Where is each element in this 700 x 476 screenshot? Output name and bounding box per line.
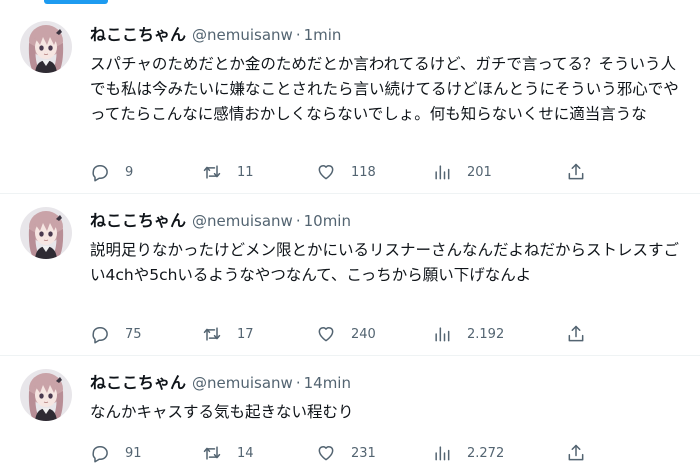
share-icon xyxy=(568,325,584,342)
retweet-button[interactable]: 14 xyxy=(202,440,254,466)
avatar[interactable] xyxy=(20,21,72,73)
reply-count: 9 xyxy=(125,164,134,180)
tweet[interactable]: ねここちゃん @nemuisanw · 14min なんかキャスする気も起きない程むり… xyxy=(0,357,700,476)
tweet[interactable]: ねここちゃん @nemuisanw · 1min スパチャのためだとか金のためだとか言… xyxy=(0,9,700,194)
timestamp[interactable]: 1min xyxy=(304,26,342,44)
views-button[interactable]: 201 xyxy=(432,159,492,185)
tweet-header: ねここちゃん @nemuisanw · 1min xyxy=(90,24,341,46)
views-button[interactable]: 2.192 xyxy=(432,321,504,347)
reply-button[interactable]: 9 xyxy=(90,159,133,185)
views-count: 2.272 xyxy=(467,445,505,461)
tweet-actions: 75 17 240 2.192 xyxy=(90,321,610,347)
tweet-text: スパチャのためだとか金のためだとか言われてるけど、ガチで言ってる？そういう人でも… xyxy=(90,55,679,123)
retweet-icon xyxy=(203,446,221,460)
separator-dot: · xyxy=(295,374,301,392)
retweet-button[interactable]: 11 xyxy=(202,159,254,185)
tweet-actions: 91 14 231 2.272 xyxy=(90,440,610,466)
display-name[interactable]: ねここちゃん xyxy=(90,211,186,230)
retweet-button[interactable]: 17 xyxy=(202,321,254,347)
tweet-text: 説明足りなかったけどメン限とかにいるリスナーさんなんだよねだからストレスすごい4… xyxy=(90,241,680,284)
share-icon xyxy=(568,163,584,180)
avatar[interactable] xyxy=(20,207,72,259)
retweet-icon xyxy=(203,327,221,341)
like-button[interactable]: 118 xyxy=(316,159,376,185)
share-button[interactable] xyxy=(566,440,586,466)
heart-icon xyxy=(318,446,334,461)
views-chart-icon xyxy=(435,165,450,180)
active-tab-indicator xyxy=(44,0,108,4)
heart-icon xyxy=(318,327,334,342)
user-handle[interactable]: @nemuisanw xyxy=(192,374,293,392)
share-button[interactable] xyxy=(566,159,586,185)
reply-count: 75 xyxy=(125,326,142,342)
like-count: 240 xyxy=(351,326,376,342)
reply-count: 91 xyxy=(125,445,142,461)
retweet-count: 14 xyxy=(237,445,254,461)
like-count: 118 xyxy=(351,164,376,180)
display-name[interactable]: ねここちゃん xyxy=(90,25,186,44)
heart-icon xyxy=(318,165,334,180)
reply-icon xyxy=(92,327,108,344)
retweet-icon xyxy=(203,165,221,179)
like-button[interactable]: 231 xyxy=(316,440,376,466)
tweet-header: ねここちゃん @nemuisanw · 14min xyxy=(90,372,351,394)
timestamp[interactable]: 14min xyxy=(304,374,351,392)
separator-dot: · xyxy=(295,212,301,230)
avatar[interactable] xyxy=(20,369,72,421)
reply-button[interactable]: 75 xyxy=(90,321,142,347)
views-chart-icon xyxy=(435,446,450,461)
user-handle[interactable]: @nemuisanw xyxy=(192,212,293,230)
views-count: 2.192 xyxy=(467,326,505,342)
tweet-text: なんかキャスする気も起きない程むり xyxy=(90,403,354,421)
views-button[interactable]: 2.272 xyxy=(432,440,504,466)
reply-button[interactable]: 91 xyxy=(90,440,142,466)
views-count: 201 xyxy=(467,164,492,180)
like-button[interactable]: 240 xyxy=(316,321,376,347)
like-count: 231 xyxy=(351,445,376,461)
retweet-count: 17 xyxy=(237,326,254,342)
user-handle[interactable]: @nemuisanw xyxy=(192,26,293,44)
timestamp[interactable]: 10min xyxy=(304,212,351,230)
tweet-actions: 9 11 118 201 xyxy=(90,159,610,185)
tweet[interactable]: ねここちゃん @nemuisanw · 10min 説明足りなかったけどメン限とかにい… xyxy=(0,195,700,356)
views-chart-icon xyxy=(435,327,450,342)
tweet-header: ねここちゃん @nemuisanw · 10min xyxy=(90,210,351,232)
share-icon xyxy=(568,444,584,461)
display-name[interactable]: ねここちゃん xyxy=(90,373,186,392)
retweet-count: 11 xyxy=(237,164,254,180)
share-button[interactable] xyxy=(566,321,586,347)
separator-dot: · xyxy=(295,26,301,44)
reply-icon xyxy=(92,446,108,463)
reply-icon xyxy=(92,165,108,182)
